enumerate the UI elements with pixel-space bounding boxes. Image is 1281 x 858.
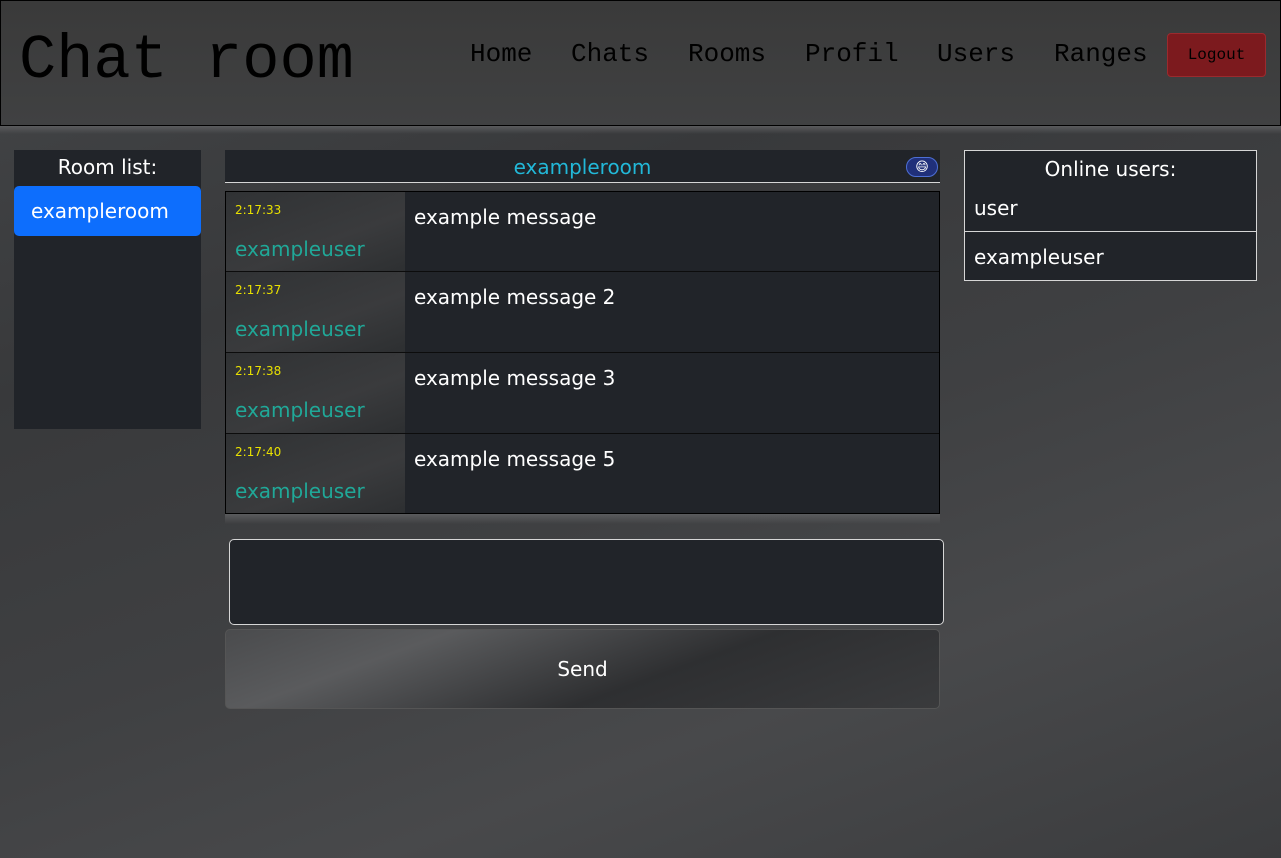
logout-button[interactable]: Logout	[1167, 33, 1266, 77]
message-text: example message 5	[414, 447, 616, 471]
send-button[interactable]: Send	[225, 629, 940, 709]
message-text: example message 3	[414, 366, 616, 390]
message-input[interactable]	[229, 539, 944, 625]
page-title: Chat room	[19, 25, 354, 96]
header-bar: Chat room Home Chats Rooms Profil Users …	[0, 0, 1281, 126]
online-user-item[interactable]: exampleuser	[974, 244, 1104, 270]
room-list-title: Room list:	[57, 155, 158, 179]
room-list-item[interactable]: exampleroom	[14, 186, 201, 236]
emoji-button[interactable]: 😄	[906, 157, 938, 177]
message-username[interactable]: exampleuser	[235, 397, 365, 423]
message-timestamp: 2:17:33	[235, 203, 282, 217]
nav-chats[interactable]: Chats	[571, 39, 649, 69]
message-username[interactable]: exampleuser	[235, 236, 365, 262]
message-row: 2:17:33 exampleuser example message	[226, 192, 939, 272]
message-row: 2:17:40 exampleuser example message 5	[226, 434, 939, 513]
nav-profil[interactable]: Profil	[805, 39, 899, 69]
chat-room-name: exampleroom	[513, 155, 652, 179]
message-username[interactable]: exampleuser	[235, 478, 365, 504]
message-username[interactable]: exampleuser	[235, 316, 365, 342]
message-timestamp: 2:17:40	[235, 445, 282, 459]
message-timestamp: 2:17:38	[235, 364, 282, 378]
message-meta: 2:17:37 exampleuser	[226, 272, 405, 352]
room-list-panel: Room list: exampleroom	[14, 150, 201, 429]
message-text: example message	[414, 205, 597, 229]
message-text: example message 2	[414, 285, 616, 309]
message-row: 2:17:38 exampleuser example message 3	[226, 353, 939, 433]
message-list: 2:17:33 exampleuser example message 2:17…	[225, 191, 940, 514]
message-meta: 2:17:38 exampleuser	[226, 353, 405, 433]
message-list-shadow	[225, 514, 940, 524]
message-meta: 2:17:40 exampleuser	[226, 434, 405, 513]
header-shadow	[0, 126, 1281, 134]
message-row: 2:17:37 exampleuser example message 2	[226, 272, 939, 352]
nav-home[interactable]: Home	[470, 39, 532, 69]
nav-users[interactable]: Users	[937, 39, 1015, 69]
online-users-panel: Online users: user exampleuser	[964, 150, 1257, 281]
smiley-icon: 😄	[915, 159, 929, 175]
message-timestamp: 2:17:37	[235, 283, 282, 297]
online-users-divider	[965, 231, 1256, 232]
nav-ranges[interactable]: Ranges	[1054, 39, 1148, 69]
nav-rooms[interactable]: Rooms	[688, 39, 766, 69]
message-meta: 2:17:33 exampleuser	[226, 192, 405, 272]
online-user-item[interactable]: user	[974, 195, 1018, 221]
chat-header: exampleroom 😄	[225, 150, 940, 183]
online-users-title: Online users:	[1044, 157, 1177, 181]
